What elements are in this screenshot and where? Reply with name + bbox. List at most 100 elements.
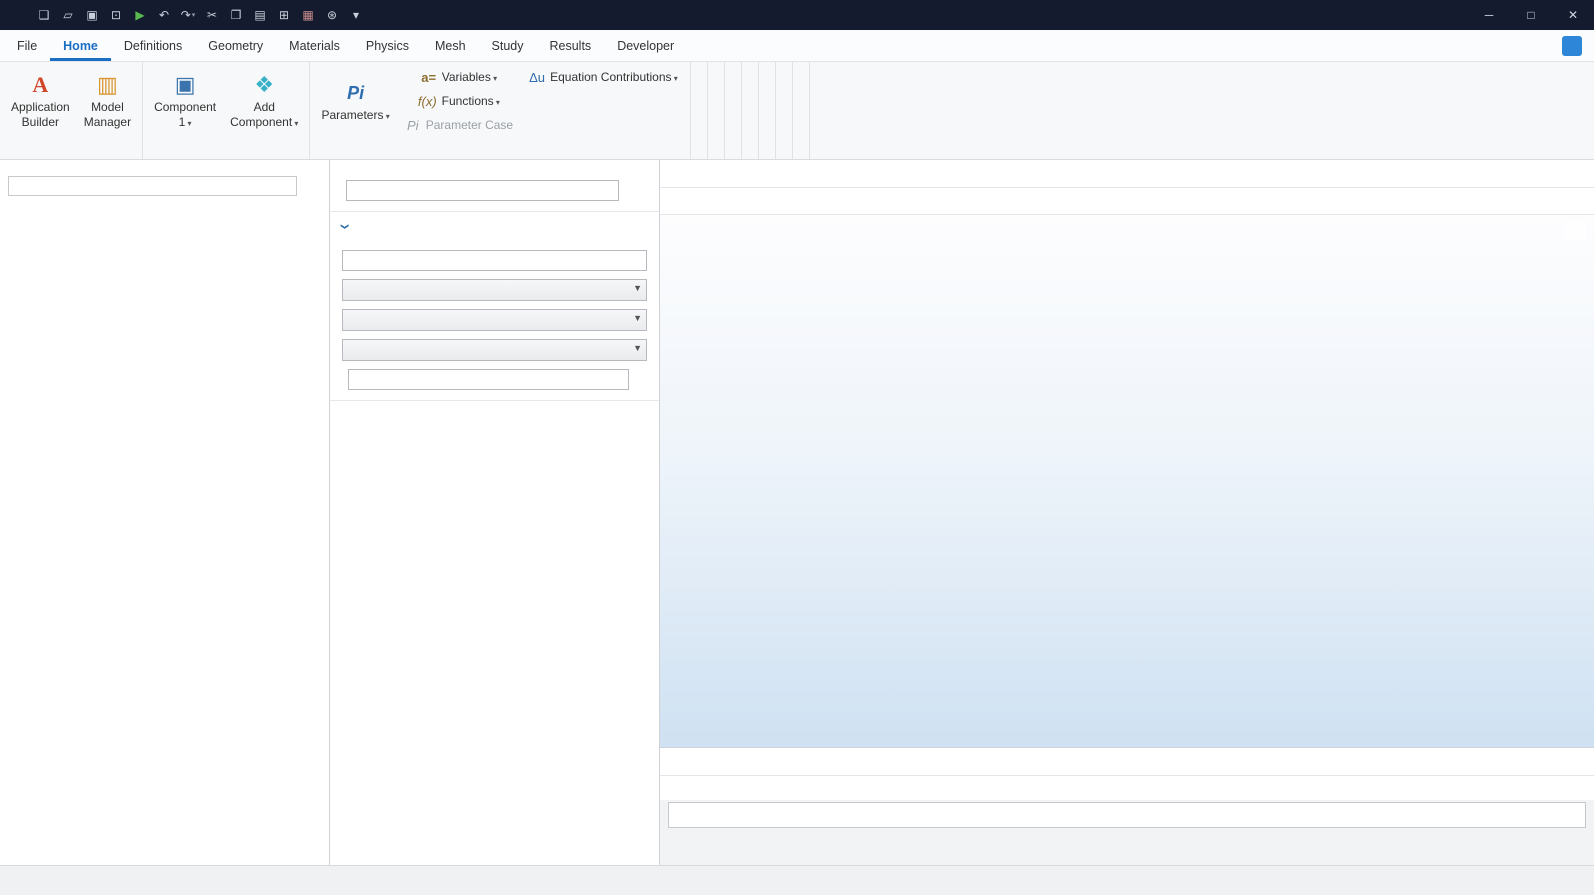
menu-bar: FileHomeDefinitionsGeometryMaterialsPhys… xyxy=(0,30,1594,62)
settings-subtitle xyxy=(330,168,659,178)
plot-settings-icon[interactable] xyxy=(1564,221,1586,241)
messages-area xyxy=(660,800,1594,865)
ribbon-group-label xyxy=(765,153,769,159)
ribbon-icon: Pi xyxy=(405,119,421,132)
coil-label-input[interactable] xyxy=(346,180,619,201)
coil-current-row xyxy=(342,369,647,390)
coil-type-select[interactable]: ▼ xyxy=(342,309,647,331)
graphics-canvas[interactable] xyxy=(660,215,1594,747)
refresh-filter-icon[interactable] xyxy=(301,176,321,196)
parameters-button[interactable]: PiParameters xyxy=(316,65,394,137)
model-tree xyxy=(0,200,329,865)
messages-toolbar xyxy=(660,776,1594,800)
ribbon-group-label xyxy=(748,153,752,159)
cut-icon[interactable]: ✂ xyxy=(200,3,224,27)
ribbon-icon: Δu xyxy=(529,71,545,84)
model-builder-panel xyxy=(0,160,330,865)
comsol-window: ❑▱▣⊡▶↶↷✂❐▤⊞▦⊛▾ ─□✕ FileHomeDefinitionsGe… xyxy=(0,0,1594,895)
ribbon-group-physics xyxy=(725,62,742,159)
variables-button[interactable]: a=Variables xyxy=(399,65,519,89)
ribbon-group-study xyxy=(759,62,776,159)
messages-panel xyxy=(660,747,1594,865)
menu-item[interactable]: Developer xyxy=(604,30,687,61)
minimize-button[interactable]: ─ xyxy=(1468,0,1510,30)
graphics-toolbar xyxy=(660,188,1594,215)
filter-row xyxy=(0,174,329,200)
compact-history-icon[interactable]: ⊡ xyxy=(104,3,128,27)
ribbon-group-label xyxy=(6,153,136,159)
ribbon: AApplication Builder▥Model Manager ▣Comp… xyxy=(0,62,1594,160)
menu-item[interactable]: Physics xyxy=(353,30,422,61)
settings-section-coil[interactable] xyxy=(330,211,659,240)
coil-form: ▼ ▼ ▼ xyxy=(330,240,659,400)
ribbon-icon: ▥ xyxy=(97,72,118,98)
redo-icon[interactable]: ↷ xyxy=(176,3,200,27)
ribbon-group-label xyxy=(714,153,718,159)
undo-icon[interactable]: ↶ xyxy=(152,3,176,27)
status-bar xyxy=(0,865,1594,895)
parameter-case-button[interactable]: PiParameter Case xyxy=(399,113,519,137)
ribbon-group-label xyxy=(149,153,303,159)
coil-excitation-select[interactable]: ▼ xyxy=(342,339,647,361)
customize-toolbar-icon[interactable]: ▾ xyxy=(344,3,368,27)
conductor-model-select[interactable]: ▼ xyxy=(342,279,647,301)
show-name-icon[interactable] xyxy=(625,180,649,201)
comsol-logo-icon xyxy=(6,4,32,26)
menu-item[interactable]: Home xyxy=(50,30,111,61)
equation-contributions-button[interactable]: ΔuEquation Contributions xyxy=(523,65,684,89)
motor-3d-plot xyxy=(660,215,1594,747)
help-button[interactable] xyxy=(1562,36,1582,56)
ribbon-group-mesh xyxy=(742,62,759,159)
add-component-button[interactable]: ❖Add Component xyxy=(225,65,303,137)
component-button[interactable]: ▣Component 1 xyxy=(149,65,221,137)
coil-current-input[interactable] xyxy=(348,369,629,390)
chevron-down-icon: ▼ xyxy=(633,283,642,293)
ribbon-group-workspace: AApplication Builder▥Model Manager xyxy=(0,62,143,159)
ribbon-group-geometry xyxy=(691,62,708,159)
menu-item[interactable]: File xyxy=(4,30,50,61)
copy-icon[interactable]: ❐ xyxy=(224,3,248,27)
menu-item[interactable]: Mesh xyxy=(422,30,479,61)
ribbon-group-layout xyxy=(793,62,810,159)
menu-item[interactable]: Materials xyxy=(276,30,353,61)
duplicate-icon[interactable]: ⊞ xyxy=(272,3,296,27)
messages-tab-bar xyxy=(660,748,1594,776)
close-button[interactable]: ✕ xyxy=(1552,0,1594,30)
menu-item[interactable]: Geometry xyxy=(195,30,276,61)
build-update-icon[interactable]: ⊛ xyxy=(320,3,344,27)
chevron-down-icon: ▼ xyxy=(633,343,642,353)
ribbon-group-label xyxy=(799,153,803,159)
paste-icon[interactable]: ▤ xyxy=(248,3,272,27)
ribbon-group-label xyxy=(697,153,701,159)
menu-item[interactable]: Study xyxy=(479,30,537,61)
graphics-tab-bar xyxy=(660,160,1594,188)
settings-filler xyxy=(330,400,659,865)
ribbon-icon: f(x) xyxy=(418,95,437,108)
ribbon-spacer xyxy=(810,62,1594,159)
chevron-down-icon xyxy=(341,221,350,231)
ribbon-group-model: ▣Component 1❖Add Component xyxy=(143,62,310,159)
new-file-icon[interactable]: ❑ xyxy=(32,3,56,27)
tree-filter-input[interactable] xyxy=(8,176,297,196)
run-icon[interactable]: ▶ xyxy=(128,3,152,27)
menu-item[interactable]: Definitions xyxy=(111,30,195,61)
delete-icon[interactable]: ▦ xyxy=(296,3,320,27)
menu-item[interactable]: Results xyxy=(537,30,605,61)
graphics-panel xyxy=(660,160,1594,865)
ribbon-group-materials xyxy=(708,62,725,159)
coil-name-input[interactable] xyxy=(342,250,647,271)
save-icon[interactable]: ▣ xyxy=(80,3,104,27)
ribbon-icon: ▣ xyxy=(175,72,196,98)
ribbon-group-results xyxy=(776,62,793,159)
label-row xyxy=(330,178,659,211)
window-controls: ─□✕ xyxy=(1468,0,1594,30)
ribbon-group-label xyxy=(731,153,735,159)
quick-access-toolbar: ❑▱▣⊡▶↶↷✂❐▤⊞▦⊛▾ xyxy=(32,3,368,27)
functions-button[interactable]: f(x)Functions xyxy=(399,89,519,113)
content-area: ▼ ▼ ▼ xyxy=(0,160,1594,865)
open-icon[interactable]: ▱ xyxy=(56,3,80,27)
model-manager-button[interactable]: ▥Model Manager xyxy=(79,65,136,137)
maximize-button[interactable]: □ xyxy=(1510,0,1552,30)
application-builder-button[interactable]: AApplication Builder xyxy=(6,65,75,137)
ribbon-icon: ❖ xyxy=(254,72,274,98)
